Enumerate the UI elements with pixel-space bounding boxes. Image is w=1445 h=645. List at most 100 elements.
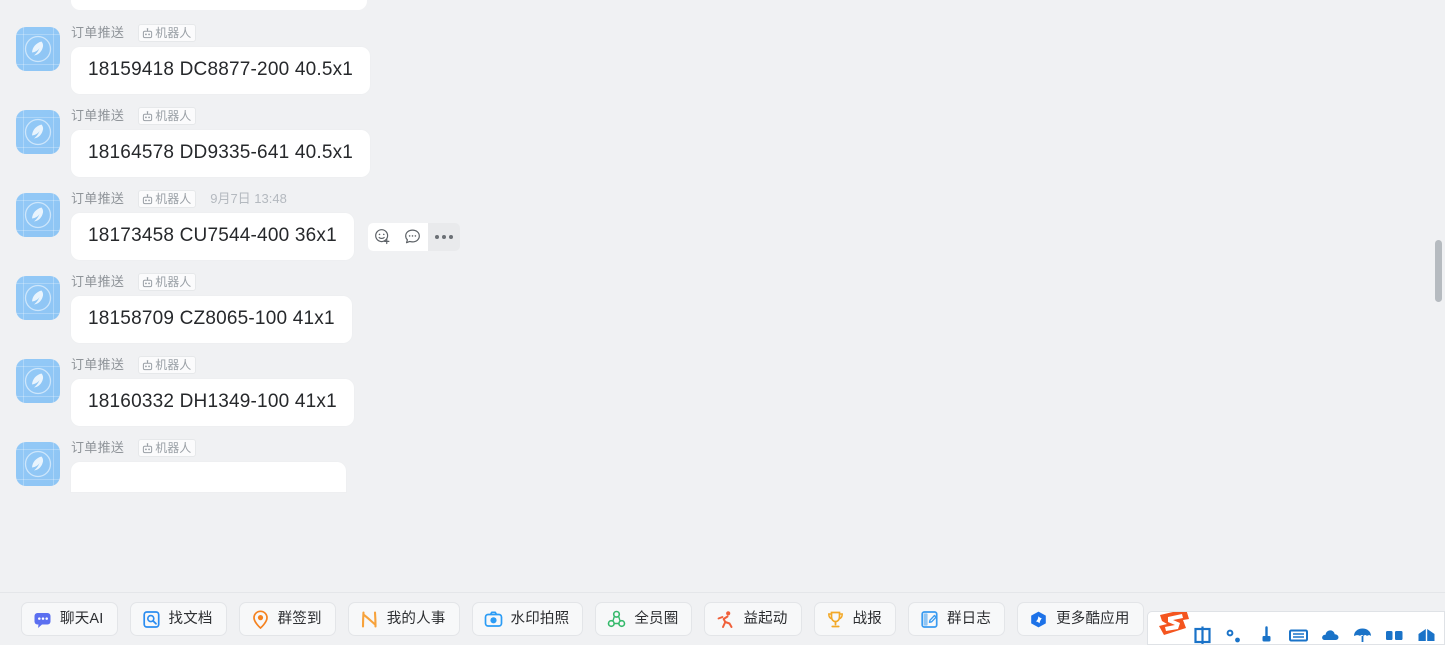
chat-window: 订单推送 机器人 18159418 DC8877-200 40.5x1 订单推送 机器人… — [0, 0, 1445, 645]
app-button-all-staff-circle[interactable]: 全员圈 — [595, 602, 693, 636]
skin-icon — [1386, 630, 1403, 640]
message-row[interactable]: 订单推送 机器人 18164578 DD9335-641 40.5x1 — [0, 107, 1420, 177]
pen-icon[interactable] — [1256, 625, 1277, 645]
sogou-logo — [1159, 612, 1189, 635]
watermark-camera-icon — [484, 610, 502, 627]
message-bubble[interactable] — [71, 462, 346, 492]
sender-name[interactable]: 订单推送 — [71, 107, 124, 125]
app-button-my-hr[interactable]: 我的人事 — [347, 602, 460, 636]
app-button-label: 更多酷应用 — [1056, 610, 1130, 627]
sender-name[interactable]: 订单推送 — [71, 273, 124, 291]
message-body: 订单推送 机器人 18160332 DH1349-100 41x1 — [71, 356, 354, 426]
message-meta: 订单推送 机器人 — [71, 273, 352, 291]
vertical-scrollbar-thumb[interactable] — [1435, 240, 1442, 302]
bot-badge: 机器人 — [138, 439, 197, 457]
sender-avatar[interactable] — [16, 110, 60, 154]
app-button-label: 益起动 — [743, 610, 788, 627]
sender-name[interactable]: 订单推送 — [71, 24, 124, 42]
message-row[interactable]: 订单推送 机器人 — [0, 439, 1420, 492]
umbrella-icon[interactable] — [1352, 625, 1373, 645]
message-meta: 订单推送 机器人 — [71, 107, 370, 125]
message-bubble[interactable]: 18173458 CU7544-400 36x1 — [71, 213, 354, 260]
message-body: 订单推送 机器人 — [71, 439, 346, 492]
message-row[interactable]: 订单推送 机器人 18160332 DH1349-100 41x1 — [0, 356, 1420, 426]
wing-logo-icon — [24, 284, 52, 312]
message-scroll-area[interactable]: 订单推送 机器人 18159418 DC8877-200 40.5x1 订单推送 机器人… — [0, 0, 1445, 592]
reply-icon[interactable] — [397, 222, 428, 251]
wing-logo-icon — [24, 118, 52, 146]
message-body: 订单推送 机器人 9月7日 13:48 18173458 CU7544-400 36x… — [71, 190, 460, 260]
message-row[interactable]: 订单推送 机器人 18158709 CZ8065-100 41x1 — [0, 273, 1420, 343]
sender-name[interactable]: 订单推送 — [71, 190, 124, 208]
pen-icon — [1262, 625, 1271, 641]
toolbox-icon[interactable] — [1416, 625, 1437, 645]
more-actions-icon[interactable] — [428, 223, 460, 251]
app-button-find-doc[interactable]: 找文档 — [129, 602, 227, 636]
app-button-label: 水印拍照 — [510, 610, 570, 627]
message-body: 订单推送 机器人 18158709 CZ8065-100 41x1 — [71, 273, 352, 343]
bubble-line: 18164578 DD9335-641 40.5x1 — [71, 130, 371, 177]
more-apps-icon — [1031, 611, 1046, 627]
punctuation-icon — [1226, 629, 1240, 642]
add-reaction-icon[interactable] — [367, 222, 398, 251]
message-row[interactable]: 订单推送 机器人 18159418 DC8877-200 40.5x1 — [0, 24, 1420, 94]
app-button-label: 找文档 — [168, 610, 213, 627]
skin-icon[interactable] — [1384, 625, 1405, 645]
bot-badge: 机器人 — [138, 107, 197, 125]
bot-badge-label: 机器人 — [155, 192, 192, 206]
cloud-icon — [1322, 629, 1339, 640]
bot-badge: 机器人 — [138, 24, 197, 42]
chinese-mode-icon[interactable] — [1192, 625, 1213, 644]
robot-icon — [143, 193, 153, 204]
vertical-scrollbar-track[interactable] — [1432, 0, 1445, 592]
umbrella-icon — [1354, 628, 1371, 642]
message-row[interactable]: 订单推送 机器人 9月7日 13:48 18173458 CU7544-400 36x… — [0, 190, 1420, 260]
message-meta: 订单推送 机器人 — [71, 356, 354, 374]
app-button-label: 战报 — [852, 610, 882, 627]
sender-name[interactable]: 订单推送 — [71, 439, 124, 457]
bot-badge: 机器人 — [138, 273, 197, 291]
bubble-line: 18159418 DC8877-200 40.5x1 — [71, 47, 371, 94]
all-staff-circle-icon — [608, 610, 626, 627]
app-button-group-checkin[interactable]: 群签到 — [238, 602, 336, 636]
chat-ai-icon — [34, 612, 51, 628]
message-bubble[interactable]: 18160332 DH1349-100 41x1 — [71, 379, 354, 426]
sender-avatar[interactable] — [16, 27, 60, 71]
keyboard-icon — [1289, 629, 1308, 641]
chinese-mode-icon — [1194, 626, 1211, 644]
find-doc-icon — [142, 610, 160, 628]
robot-icon — [143, 442, 153, 453]
robot-icon — [143, 27, 153, 38]
keyboard-icon[interactable] — [1288, 625, 1309, 645]
app-button-trophy[interactable]: 战报 — [813, 602, 896, 636]
app-button-chat-ai[interactable]: 聊天AI — [21, 602, 118, 636]
message-bubble[interactable]: 18164578 DD9335-641 40.5x1 — [71, 130, 371, 177]
app-button-more-apps[interactable]: 更多酷应用 — [1017, 602, 1144, 636]
message-meta: 订单推送 机器人 — [71, 439, 346, 457]
app-button-watermark-camera[interactable]: 水印拍照 — [471, 602, 584, 636]
app-button-yiqidong-run[interactable]: 益起动 — [704, 602, 802, 636]
bot-badge-label: 机器人 — [155, 26, 192, 40]
app-button-label: 我的人事 — [386, 610, 446, 627]
sender-avatar[interactable] — [16, 442, 60, 486]
bubble-line: 18173458 CU7544-400 36x1 — [71, 213, 460, 260]
sender-avatar[interactable] — [16, 193, 60, 237]
sender-avatar[interactable] — [16, 276, 60, 320]
robot-icon — [143, 276, 153, 287]
bot-badge-label: 机器人 — [155, 441, 192, 455]
message-bubble[interactable]: 18159418 DC8877-200 40.5x1 — [71, 47, 371, 94]
message-body: 订单推送 机器人 18159418 DC8877-200 40.5x1 — [71, 24, 371, 94]
message-meta: 订单推送 机器人 — [71, 24, 370, 42]
message-timestamp: 9月7日 13:48 — [210, 191, 287, 206]
message-meta: 订单推送 机器人 9月7日 13:48 — [71, 190, 460, 208]
cloud-icon[interactable] — [1320, 625, 1341, 645]
sender-avatar[interactable] — [16, 359, 60, 403]
robot-icon — [143, 359, 153, 370]
ime-status-bar[interactable] — [1147, 611, 1445, 645]
bubble-line: 18158709 CZ8065-100 41x1 — [71, 296, 352, 343]
bubble-line — [71, 462, 346, 492]
app-button-group-log[interactable]: 群日志 — [907, 602, 1006, 636]
message-bubble[interactable]: 18158709 CZ8065-100 41x1 — [71, 296, 352, 343]
punctuation-icon[interactable] — [1224, 625, 1245, 645]
sender-name[interactable]: 订单推送 — [71, 356, 124, 374]
